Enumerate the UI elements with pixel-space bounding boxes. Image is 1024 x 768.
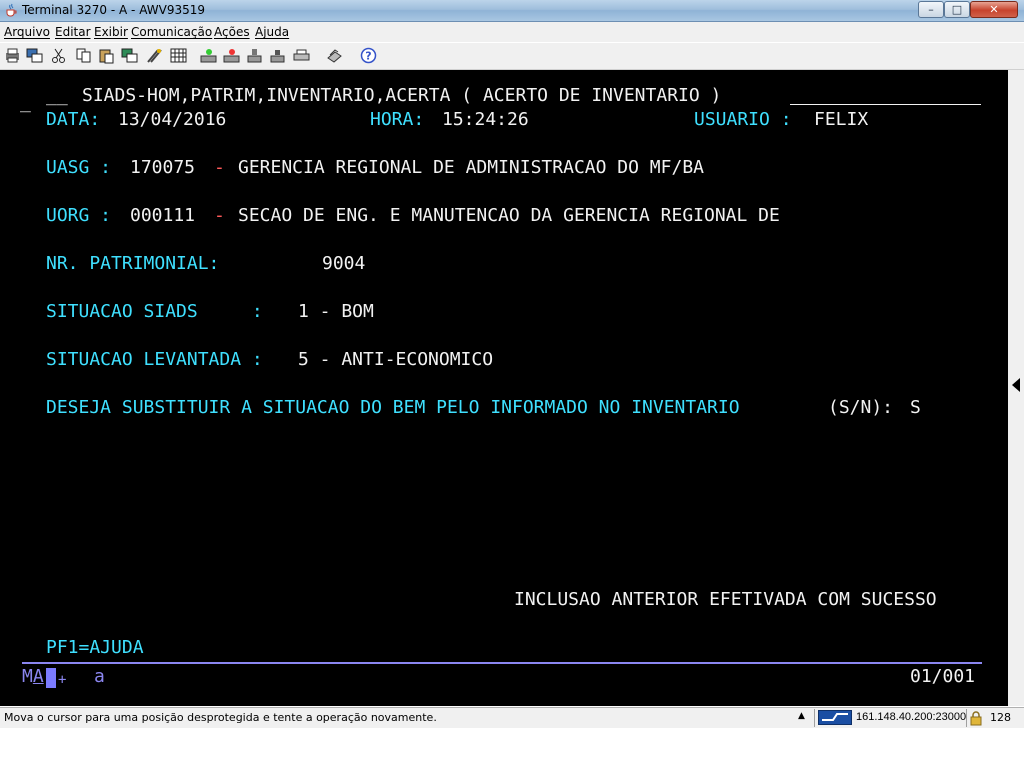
encryption-strength: 128 xyxy=(990,711,1011,724)
menu-exibir[interactable]: Exibir xyxy=(94,25,128,39)
uorg-separator: - xyxy=(214,205,225,226)
connect-icon[interactable] xyxy=(200,47,217,64)
receive-file-icon[interactable] xyxy=(269,47,286,64)
oia-plus: + xyxy=(58,672,67,688)
print-screen-icon[interactable] xyxy=(4,47,21,64)
desktop-area xyxy=(0,728,1024,768)
window-title: Terminal 3270 - A - AWV93519 xyxy=(22,3,205,17)
patrimonial-label: NR. PATRIMONIAL: xyxy=(46,253,220,274)
close-button[interactable]: ✕ xyxy=(970,1,1018,18)
usuario-label: USUARIO : xyxy=(694,109,792,130)
status-bar-message: Mova o cursor para uma posição desproteg… xyxy=(4,711,437,724)
menu-arquivo[interactable]: Arquivo xyxy=(4,25,50,39)
command-field[interactable]: __ xyxy=(46,85,68,107)
printer-icon[interactable] xyxy=(293,47,310,64)
cut-icon[interactable] xyxy=(50,47,67,64)
oia-separator xyxy=(22,662,982,664)
uasg-label: UASG : xyxy=(46,157,112,178)
situacao-levantada-value: 5 - ANTI-ECONOMICO xyxy=(298,349,494,370)
hora-value: 15:24:26 xyxy=(442,109,529,130)
situacao-levantada-label: SITUACAO LEVANTADA : xyxy=(46,349,263,370)
pf-keys-legend: PF1=AJUDA xyxy=(46,637,144,658)
menu-ajuda[interactable]: Ajuda xyxy=(255,25,289,39)
uorg-label: UORG : xyxy=(46,205,112,226)
substituir-answer-field[interactable]: S xyxy=(910,397,921,419)
situacao-siads-label: SITUACAO SIADS : xyxy=(46,301,263,322)
data-value: 13/04/2016 xyxy=(118,109,227,130)
menu-acoes[interactable]: Ações xyxy=(214,25,250,39)
usuario-value: FELIX xyxy=(814,109,869,130)
collapse-arrow-icon[interactable] xyxy=(1012,378,1020,392)
host-address: 161.148.40.200:23000 xyxy=(856,711,967,723)
uasg-code: 170075 xyxy=(130,157,196,178)
svg-text:?: ? xyxy=(365,50,371,63)
java-cup-icon xyxy=(6,3,17,17)
hora-label: HORA: xyxy=(370,109,425,130)
menu-editar[interactable]: Editar xyxy=(55,25,91,39)
caret-up-icon[interactable]: ▲ xyxy=(798,711,805,721)
minimize-button[interactable]: – xyxy=(918,1,944,18)
status-message: INCLUSAO ANTERIOR EFETIVADA COM SUCESSO xyxy=(514,589,937,610)
copy-screen-icon[interactable] xyxy=(26,47,43,64)
copy-icon[interactable] xyxy=(75,47,92,64)
oia-cursor-block xyxy=(46,668,56,688)
macro-icon[interactable] xyxy=(146,47,163,64)
paste-special-icon[interactable] xyxy=(121,47,138,64)
uasg-separator: - xyxy=(214,157,225,178)
side-panel-toggle[interactable] xyxy=(1008,70,1024,706)
connection-icon xyxy=(818,710,852,725)
situacao-siads-value: 1 - BOM xyxy=(298,301,374,322)
status-divider xyxy=(966,709,967,727)
oia-mode-indicator: MA xyxy=(22,666,44,687)
send-file-icon[interactable] xyxy=(246,47,263,64)
data-label: DATA: xyxy=(46,109,101,130)
patrimonial-value: 9004 xyxy=(322,253,366,274)
uorg-code: 000111 xyxy=(130,205,196,226)
oia-input-mode: a xyxy=(94,666,105,687)
substituir-options: (S/N): xyxy=(828,397,894,418)
menu-comunicacao[interactable]: Comunicação xyxy=(131,25,212,39)
status-bar: Mova o cursor para uma posição desproteg… xyxy=(0,707,1024,728)
uasg-name: GERENCIA REGIONAL DE ADMINISTRACAO DO MF… xyxy=(238,157,704,178)
uorg-name: SECAO DE ENG. E MANUTENCAO DA GERENCIA R… xyxy=(238,205,780,226)
menu-bar: Arquivo Editar Exibir Comunicação Ações … xyxy=(0,22,1024,42)
substituir-question: DESEJA SUBSTITUIR A SITUACAO DO BEM PELO… xyxy=(46,397,740,418)
command-cursor: _ xyxy=(20,92,31,113)
title-bar: Terminal 3270 - A - AWV93519 – □ ✕ xyxy=(0,0,1024,22)
disconnect-icon[interactable] xyxy=(223,47,240,64)
color-map-icon[interactable] xyxy=(326,47,343,64)
header-underline xyxy=(790,104,981,105)
toolbar: ? xyxy=(0,43,1024,70)
lock-icon xyxy=(970,711,982,726)
oia-cursor-position: 01/001 xyxy=(910,666,976,687)
screen-header: SIADS-HOM,PATRIM,INVENTARIO,ACERTA ( ACE… xyxy=(82,85,722,106)
paste-icon[interactable] xyxy=(98,47,115,64)
maximize-button[interactable]: □ xyxy=(944,1,970,18)
help-icon[interactable]: ? xyxy=(360,47,377,64)
keypad-icon[interactable] xyxy=(170,47,187,64)
status-divider xyxy=(814,709,815,727)
terminal-screen[interactable]: _ __ SIADS-HOM,PATRIM,INVENTARIO,ACERTA … xyxy=(0,70,1008,706)
